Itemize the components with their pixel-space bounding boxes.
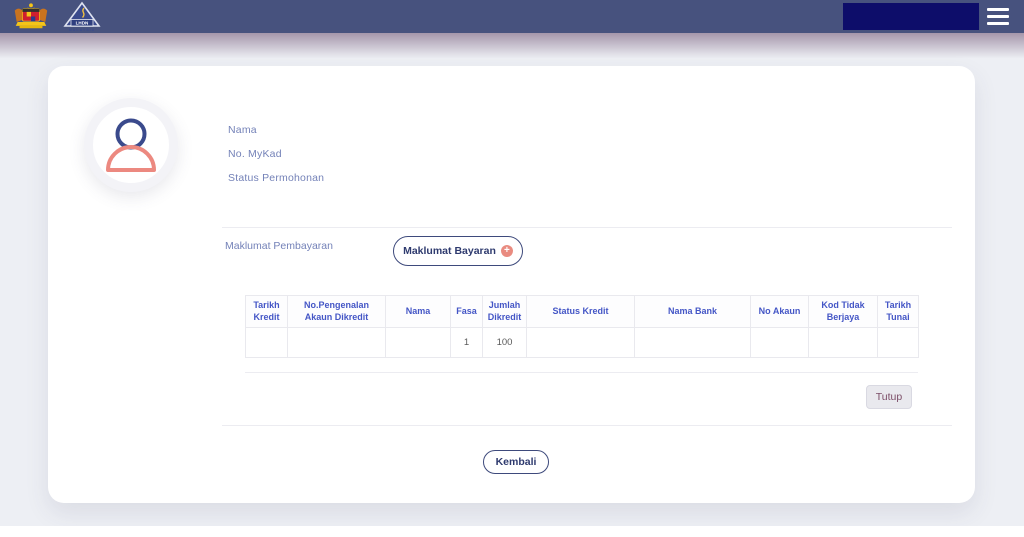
cell-status-kredit (527, 328, 635, 358)
malaysia-coat-of-arms-logo (10, 2, 52, 31)
cell-no-pengenalan-akaun-dikredit (288, 328, 386, 358)
label-no-mykad: No. MyKad (228, 148, 282, 160)
cell-tarikh-kredit (246, 328, 288, 358)
tutup-button[interactable]: Tutup (866, 385, 912, 409)
cell-nama-bank (635, 328, 751, 358)
user-avatar (84, 98, 178, 192)
label-status-permohonan: Status Permohonan (228, 172, 324, 184)
col-jumlah-dikredit: Jumlah Dikredit (483, 296, 527, 328)
col-no-akaun: No Akaun (751, 296, 809, 328)
divider (222, 227, 952, 228)
hamburger-menu-icon[interactable] (985, 6, 1011, 27)
top-navigation-bar: LHDN MALAYSIA (0, 0, 1024, 33)
col-kod-tidak-berjaya: Kod Tidak Berjaya (809, 296, 878, 328)
person-icon (93, 107, 169, 183)
payment-table: Tarikh Kredit No.Pengenalan Akaun Dikred… (245, 295, 919, 358)
maklumat-bayaran-button-label: Maklumat Bayaran (403, 245, 496, 257)
header-user-box (843, 3, 979, 30)
cell-fasa: 1 (451, 328, 483, 358)
col-nama: Nama (386, 296, 451, 328)
lhdn-logo-text: LHDN (76, 21, 89, 26)
cell-no-akaun (751, 328, 809, 358)
col-fasa: Fasa (451, 296, 483, 328)
cell-tarikh-tunai (878, 328, 919, 358)
cell-kod-tidak-berjaya (809, 328, 878, 358)
lhdn-logo-subtext: MALAYSIA (69, 28, 95, 32)
col-tarikh-kredit: Tarikh Kredit (246, 296, 288, 328)
label-nama: Nama (228, 124, 257, 136)
kembali-button[interactable]: Kembali (483, 450, 549, 474)
col-no-pengenalan-akaun-dikredit: No.Pengenalan Akaun Dikredit (288, 296, 386, 328)
table-row: 1 100 (246, 328, 919, 358)
header-gradient (0, 33, 1024, 63)
maklumat-pembayaran-label: Maklumat Pembayaran (225, 240, 333, 252)
maklumat-bayaran-button[interactable]: Maklumat Bayaran + (393, 236, 523, 266)
cell-jumlah-dikredit: 100 (483, 328, 527, 358)
application-detail-card: Nama No. MyKad Status Permohonan Makluma… (48, 66, 975, 503)
bottom-strip (0, 526, 1024, 537)
divider (222, 425, 952, 426)
divider (245, 372, 918, 373)
col-tarikh-tunai: Tarikh Tunai (878, 296, 919, 328)
col-nama-bank: Nama Bank (635, 296, 751, 328)
table-header-row: Tarikh Kredit No.Pengenalan Akaun Dikred… (246, 296, 919, 328)
plus-circle-icon: + (501, 245, 513, 257)
lhdn-malaysia-logo: LHDN MALAYSIA (62, 1, 102, 32)
col-status-kredit: Status Kredit (527, 296, 635, 328)
cell-nama (386, 328, 451, 358)
